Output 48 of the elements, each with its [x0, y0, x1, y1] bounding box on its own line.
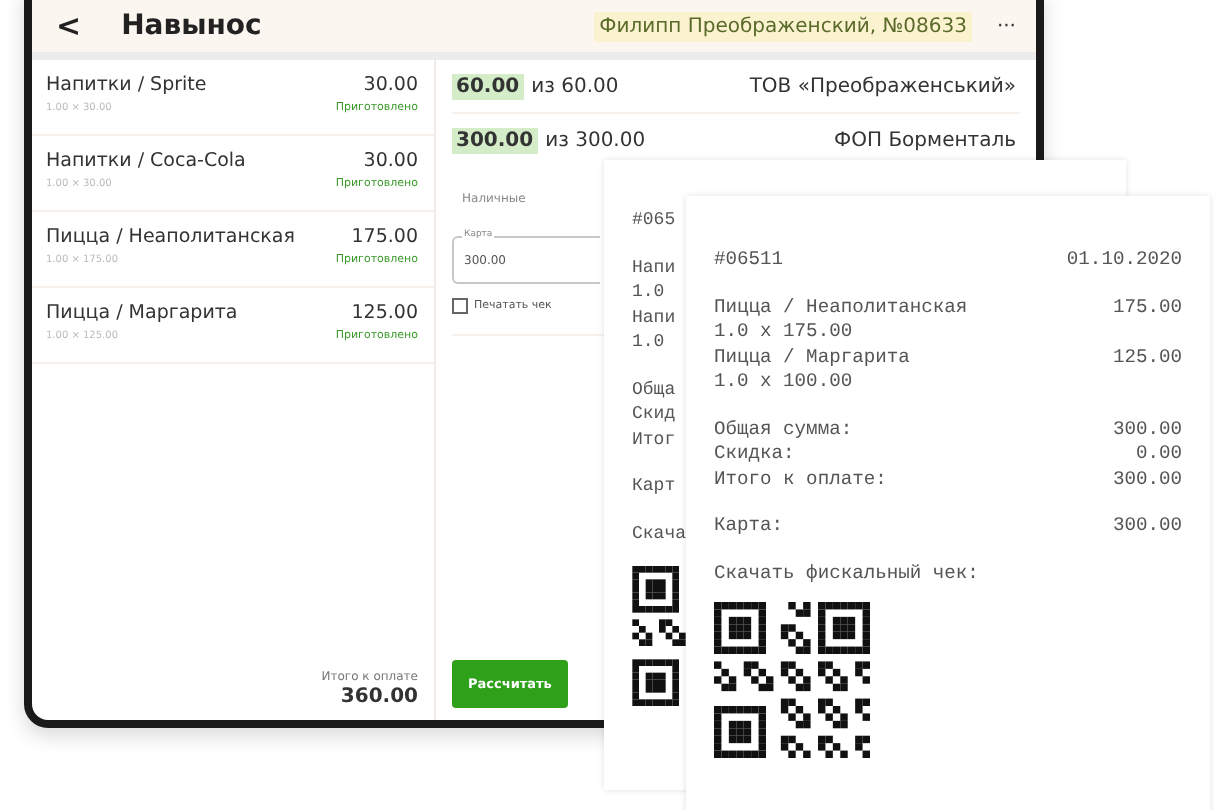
receipt-item-name: Пицца / Маргарита [714, 345, 910, 370]
receipt-line: Карт [632, 474, 676, 499]
receipt-line: Скид [632, 402, 676, 427]
qr-code [632, 566, 686, 706]
back-button[interactable]: < [48, 8, 90, 44]
receipt-download-label: Скачать фискальный чек: [714, 561, 979, 586]
receipt-item-quantity: 1.0 x 175.00 [714, 320, 853, 345]
receipt-number: #065 [632, 208, 676, 233]
receipt-line: Напи [632, 305, 676, 330]
receipt-line: 1.0 [632, 280, 665, 305]
customer-label: Филипп Преображенский, №08633 [593, 11, 973, 41]
receipt-line: Скача [632, 521, 687, 546]
receipt-item-quantity: 1.0 x 100.00 [714, 370, 853, 395]
receipt-line: Итог [632, 427, 676, 452]
item-name: Напитки / Sprite [46, 74, 207, 96]
total-amount: 360.00 [340, 686, 418, 708]
payee-name: ФОП Борменталь [834, 129, 1016, 151]
payee-name: ТОВ «Преображенський» [749, 75, 1016, 97]
receipt-number: #06511 [714, 248, 784, 273]
receipt-date: 01.10.2020 [1066, 248, 1182, 273]
receipt-total-label: Общая сумма: [714, 417, 853, 442]
due-amount: из 60.00 [531, 75, 619, 97]
print-checkbox[interactable] [452, 298, 468, 314]
more-button[interactable]: ··· [996, 15, 1016, 37]
receipt-total-value: 300.00 [1112, 467, 1182, 492]
receipt-total-label: Скидка: [714, 442, 795, 467]
item-price: 30.00 [363, 74, 418, 96]
item-price: 175.00 [351, 226, 418, 248]
receipt-item-name: Пицца / Неаполитанская [714, 295, 968, 320]
receipt-total-value: 300.00 [1112, 417, 1182, 442]
receipt-payment-label: Карта: [714, 514, 784, 539]
page-title: Навынос [121, 10, 262, 42]
receipt-total-value: 0.00 [1135, 442, 1182, 467]
receipt-item-price: 125.00 [1112, 345, 1182, 370]
item-price: 125.00 [351, 302, 418, 324]
paid-amount: 60.00 [452, 73, 524, 99]
paid-amount: 300.00 [452, 127, 538, 153]
receipt-payment-value: 300.00 [1112, 514, 1182, 539]
item-name: Пицца / Маргарита [46, 302, 238, 324]
receipt-line: Напи [632, 255, 676, 280]
receipt-total-label: Итого к оплате: [714, 467, 887, 492]
receipt-line: 1.0 [632, 330, 665, 355]
receipt-item-price: 175.00 [1112, 295, 1182, 320]
receipt-line: Обща [632, 377, 676, 402]
item-name: Пицца / Неаполитанская [46, 226, 295, 248]
due-amount: из 300.00 [545, 129, 646, 151]
item-price: 30.00 [363, 150, 418, 172]
item-name: Напитки / Coca-Cola [46, 150, 246, 172]
